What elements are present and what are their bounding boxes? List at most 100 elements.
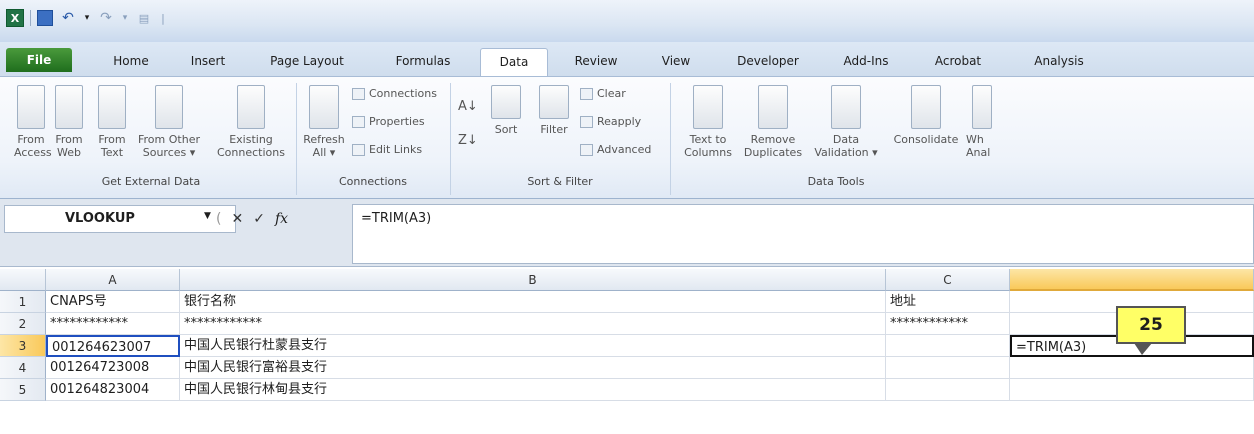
from-text-label: From Text — [98, 133, 126, 159]
excel-window: X ↶ ▾ ↷ ▾ ▤ | File Home Insert Page Layo… — [0, 0, 1254, 434]
properties-label: Properties — [369, 115, 425, 128]
group-label-connections: Connections — [339, 175, 407, 188]
tab-view[interactable]: View — [652, 50, 700, 76]
other-sources-icon — [155, 85, 183, 129]
from-other-sources-button[interactable]: From Other Sources ▾ — [134, 85, 204, 159]
expand-icon[interactable]: ( — [216, 211, 221, 227]
existing-connections-icon — [237, 85, 265, 129]
select-all-corner[interactable] — [0, 269, 46, 291]
insert-function-icon[interactable]: fx — [275, 211, 288, 227]
row-header[interactable]: 2 — [0, 313, 46, 335]
formula-controls: ( ✕ ✓ fx — [216, 205, 288, 233]
remove-duplicates-button[interactable]: Remove Duplicates — [740, 85, 806, 159]
from-text-button[interactable]: From Text — [96, 85, 128, 159]
cell-b2[interactable]: ************ — [180, 313, 886, 335]
cell-a2[interactable]: ************ — [46, 313, 180, 335]
tab-page-layout[interactable]: Page Layout — [262, 50, 352, 76]
reapply-label: Reapply — [597, 115, 642, 128]
column-header-a[interactable]: A — [46, 269, 180, 291]
refresh-all-button[interactable]: Refresh All ▾ — [300, 85, 348, 159]
advanced-filter-icon — [580, 143, 593, 156]
tab-developer[interactable]: Developer — [730, 50, 806, 76]
refresh-icon — [309, 85, 339, 129]
redo-icon[interactable]: ↷ — [97, 9, 115, 27]
row-header-active[interactable]: 3 — [0, 335, 46, 357]
step-callout: 25 — [1116, 306, 1186, 344]
edit-links-label: Edit Links — [369, 143, 423, 156]
what-if-label: Wh Anal — [966, 133, 991, 159]
cell-a4[interactable]: 001264723008 — [46, 357, 180, 379]
text-file-icon — [98, 85, 126, 129]
consolidate-icon — [911, 85, 941, 129]
row-header[interactable]: 4 — [0, 357, 46, 379]
cell-c1[interactable]: 地址 — [886, 291, 1010, 313]
tab-data[interactable]: Data — [480, 48, 548, 77]
tab-formulas[interactable]: Formulas — [388, 50, 458, 76]
sort-z-a-button[interactable]: Z↓ — [458, 133, 478, 148]
cell-b4[interactable]: 中国人民银行富裕县支行 — [180, 357, 886, 379]
group-separator — [450, 83, 451, 195]
text-to-columns-button[interactable]: Text to Columns — [680, 85, 736, 159]
column-header-d[interactable] — [1010, 269, 1254, 291]
reapply-button[interactable]: Reapply — [580, 115, 641, 128]
existing-connections-button[interactable]: Existing Connections — [214, 85, 288, 159]
advanced-label: Advanced — [597, 143, 652, 156]
excel-logo-icon[interactable]: X — [6, 9, 24, 27]
cell-a3-referenced[interactable]: 001264623007 — [46, 335, 180, 357]
what-if-analysis-button[interactable]: Wh Anal — [966, 85, 1000, 159]
tab-insert[interactable]: Insert — [180, 50, 236, 76]
row-header[interactable]: 1 — [0, 291, 46, 313]
group-separator — [670, 83, 671, 195]
redo-dropdown-icon[interactable]: ▾ — [121, 9, 129, 27]
tab-add-ins[interactable]: Add-Ins — [836, 50, 896, 76]
formula-input[interactable]: =TRIM(A3) — [352, 204, 1254, 264]
column-header-b[interactable]: B — [180, 269, 886, 291]
from-access-button[interactable]: From Access — [14, 85, 52, 159]
properties-button[interactable]: Properties — [352, 115, 425, 128]
filter-funnel-icon — [539, 85, 569, 119]
cell-a1[interactable]: CNAPS号 — [46, 291, 180, 313]
data-validation-icon — [831, 85, 861, 129]
cell-b3[interactable]: 中国人民银行杜蒙县支行 — [180, 335, 886, 357]
cell-d4[interactable] — [1010, 357, 1254, 379]
save-icon[interactable] — [37, 10, 53, 26]
tab-review[interactable]: Review — [568, 50, 624, 76]
cell-c5[interactable] — [886, 379, 1010, 401]
sort-a-z-button[interactable]: A↓ — [458, 99, 478, 114]
filter-button[interactable]: Filter — [534, 85, 574, 136]
enter-icon[interactable]: ✓ — [253, 211, 265, 227]
cell-c3[interactable] — [886, 335, 1010, 357]
column-header-c[interactable]: C — [886, 269, 1010, 291]
data-validation-button[interactable]: Data Validation ▾ — [808, 85, 884, 159]
advanced-button[interactable]: Advanced — [580, 143, 651, 156]
name-box-dropdown-icon[interactable]: ▼ — [204, 211, 211, 221]
edit-links-button[interactable]: Edit Links — [352, 143, 422, 156]
cell-d5[interactable] — [1010, 379, 1254, 401]
name-box[interactable]: VLOOKUP — [4, 205, 236, 233]
cancel-icon[interactable]: ✕ — [231, 211, 243, 227]
connections-button[interactable]: Connections — [352, 87, 437, 100]
quick-access-toolbar: X ↶ ▾ ↷ ▾ ▤ | — [6, 9, 167, 27]
tab-file[interactable]: File — [6, 48, 72, 72]
existing-label: Existing Connections — [217, 133, 285, 159]
cell-a5[interactable]: 001264823004 — [46, 379, 180, 401]
undo-dropdown-icon[interactable]: ▾ — [83, 9, 91, 27]
row-header[interactable]: 5 — [0, 379, 46, 401]
qat-more-icon[interactable]: | — [159, 9, 167, 27]
cell-c2[interactable]: ************ — [886, 313, 1010, 335]
consolidate-button[interactable]: Consolidate — [888, 85, 964, 146]
from-access-label: From Access — [14, 133, 52, 159]
undo-icon[interactable]: ↶ — [59, 9, 77, 27]
cell-b5[interactable]: 中国人民银行林甸县支行 — [180, 379, 886, 401]
reapply-icon — [580, 115, 593, 128]
customize-icon[interactable]: ▤ — [135, 9, 153, 27]
tab-acrobat[interactable]: Acrobat — [928, 50, 988, 76]
from-web-button[interactable]: From Web — [52, 85, 86, 159]
tab-analysis[interactable]: Analysis — [1026, 50, 1092, 76]
from-other-label: From Other Sources ▾ — [138, 133, 200, 159]
cell-c4[interactable] — [886, 357, 1010, 379]
cell-b1[interactable]: 银行名称 — [180, 291, 886, 313]
clear-button[interactable]: Clear — [580, 87, 626, 100]
sort-button[interactable]: Sort — [486, 85, 526, 136]
tab-home[interactable]: Home — [106, 50, 156, 76]
